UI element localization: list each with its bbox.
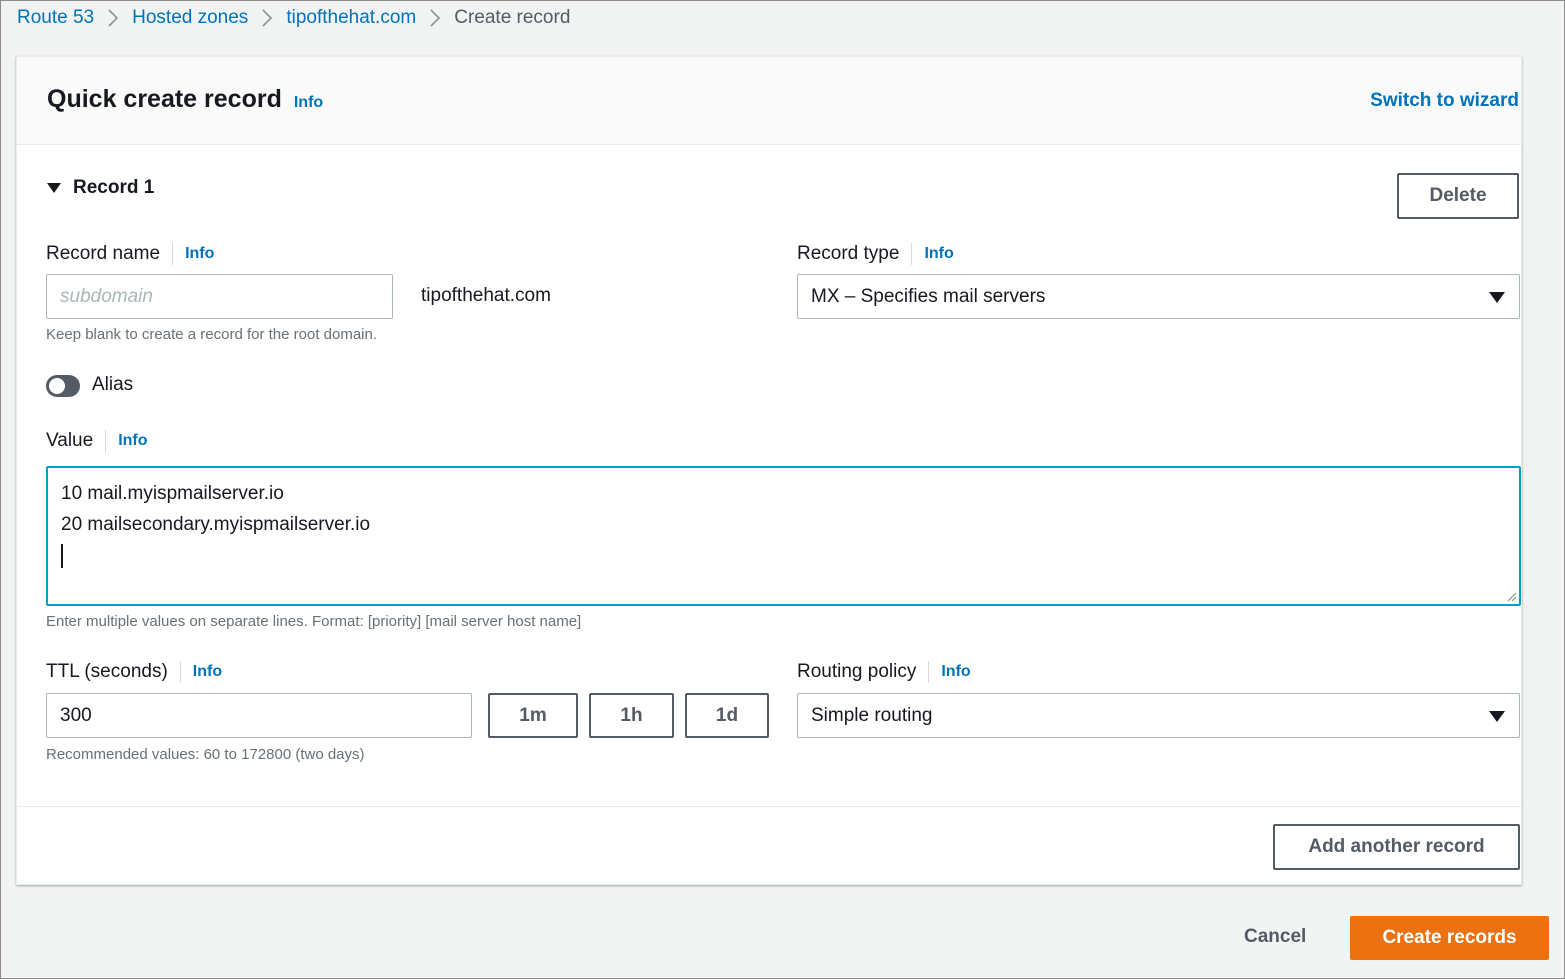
breadcrumb-hosted-zones[interactable]: Hosted zones — [132, 7, 248, 29]
toggle-knob — [49, 378, 65, 394]
cancel-button[interactable]: Cancel — [1244, 926, 1306, 948]
routing-policy-label-text: Routing policy — [797, 661, 917, 682]
record-name-info-link[interactable]: Info — [185, 245, 214, 263]
routing-policy-label: Routing policy Info — [797, 657, 971, 687]
value-label-text: Value — [46, 430, 94, 451]
ttl-hint: Recommended values: 60 to 172800 (two da… — [46, 746, 365, 763]
record-heading: Record 1 — [73, 177, 155, 198]
label-divider — [172, 243, 174, 265]
panel-header: Quick create record Info Switch to wizar… — [17, 57, 1521, 145]
divider — [17, 806, 1521, 807]
breadcrumb: Route 53 Hosted zones tipofthehat.com Cr… — [17, 5, 570, 31]
breadcrumb-current: Create record — [454, 7, 571, 28]
ttl-1m-button[interactable]: 1m — [488, 693, 578, 738]
value-line: 20 mailsecondary.myispmailserver.io — [61, 514, 371, 535]
ttl-1h-button[interactable]: 1h — [589, 693, 674, 738]
value-info-link[interactable]: Info — [118, 432, 147, 450]
label-divider — [105, 430, 107, 452]
page-title: Quick create record Info — [47, 85, 323, 114]
quick-create-panel: Quick create record Info Switch to wizar… — [16, 56, 1522, 885]
label-divider — [928, 661, 930, 683]
value-textarea[interactable]: 10 mail.myispmailserver.io 20 mailsecond… — [46, 466, 1521, 606]
record-type-select[interactable]: MX – Specifies mail servers — [797, 274, 1520, 319]
ttl-value: 300 — [60, 704, 92, 726]
caret-down-icon — [1489, 710, 1505, 722]
text-cursor — [61, 544, 63, 568]
caret-down-icon — [1489, 291, 1505, 303]
value-hint: Enter multiple values on separate lines.… — [46, 613, 582, 630]
caret-down-icon — [47, 183, 61, 193]
record-type-value: MX – Specifies mail servers — [811, 285, 1046, 307]
resize-handle-icon[interactable] — [1505, 590, 1517, 602]
ttl-label: TTL (seconds) Info — [46, 657, 222, 687]
alias-label: Alias — [92, 374, 134, 395]
chevron-right-icon — [108, 9, 119, 27]
label-divider — [911, 243, 913, 265]
routing-policy-select[interactable]: Simple routing — [797, 693, 1520, 738]
ttl-input[interactable]: 300 — [46, 693, 472, 738]
delete-button[interactable]: Delete — [1397, 173, 1519, 219]
switch-to-wizard-link[interactable]: Switch to wizard — [1370, 90, 1519, 112]
create-records-button[interactable]: Create records — [1350, 916, 1549, 960]
record-type-label-text: Record type — [797, 243, 900, 264]
breadcrumb-zone[interactable]: tipofthehat.com — [286, 7, 416, 29]
record-type-label: Record type Info — [797, 239, 954, 269]
alias-toggle[interactable] — [46, 375, 80, 397]
domain-suffix: tipofthehat.com — [421, 285, 551, 306]
add-another-record-button[interactable]: Add another record — [1273, 824, 1520, 870]
record-expander[interactable]: Record 1 — [47, 177, 154, 199]
page-title-text: Quick create record — [47, 85, 282, 113]
chevron-right-icon — [262, 9, 273, 27]
record-name-label: Record name Info — [46, 239, 214, 269]
breadcrumb-route53[interactable]: Route 53 — [17, 7, 94, 29]
routing-policy-value: Simple routing — [811, 704, 933, 726]
label-divider — [179, 661, 181, 683]
record-type-info-link[interactable]: Info — [924, 245, 953, 263]
ttl-label-text: TTL (seconds) — [46, 661, 168, 682]
value-line: 10 mail.myispmailserver.io — [61, 483, 284, 504]
ttl-info-link[interactable]: Info — [193, 663, 222, 681]
title-info-link[interactable]: Info — [294, 94, 323, 112]
chevron-right-icon — [430, 9, 441, 27]
record-name-placeholder: subdomain — [60, 285, 153, 307]
record-name-label-text: Record name — [46, 243, 161, 264]
ttl-1d-button[interactable]: 1d — [685, 693, 769, 738]
value-label: Value Info — [46, 426, 148, 456]
record-name-hint: Keep blank to create a record for the ro… — [46, 326, 378, 343]
record-name-input[interactable]: subdomain — [46, 274, 393, 319]
routing-policy-info-link[interactable]: Info — [941, 663, 970, 681]
